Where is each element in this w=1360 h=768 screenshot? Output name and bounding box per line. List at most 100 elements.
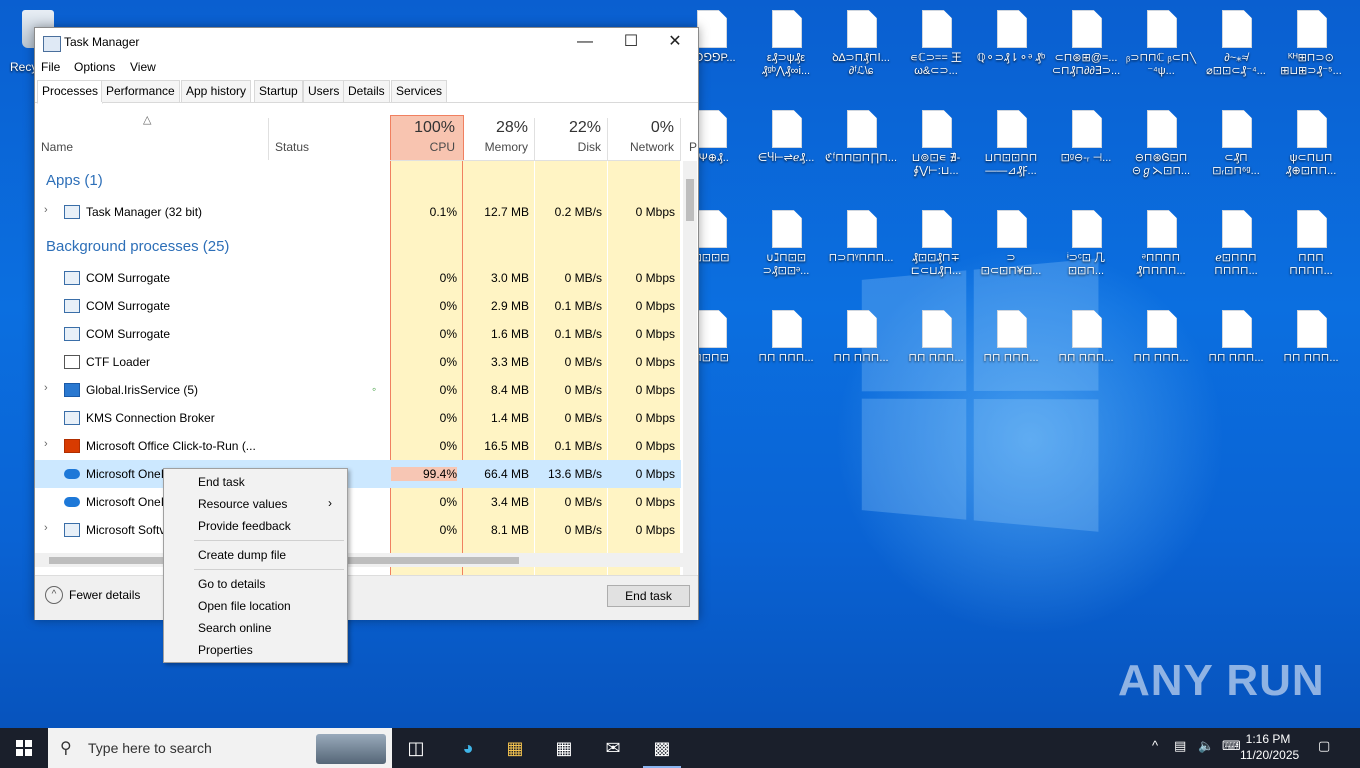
maximize-button[interactable]: ☐	[608, 28, 654, 58]
tab-users[interactable]: Users	[303, 80, 345, 102]
column-cpu-header[interactable]: 100% CPU	[390, 114, 462, 161]
desktop-file-icon[interactable]: ᶤ⊃ᶜ⊡ 几⊡⊡⊓...	[1050, 200, 1122, 286]
desktop-file-icon[interactable]: ⊓⊓ ⊓⊓⊓...	[900, 300, 972, 386]
input-language-icon[interactable]: ⌨	[1222, 738, 1241, 754]
network-icon[interactable]: ▤	[1174, 738, 1186, 754]
desktop-file-icon[interactable]: ⊓⊓ ⊓⊓⊓...	[750, 300, 822, 386]
desktop-file-icon[interactable]: ₰⊡⊡₰⊓∓ ⊏⊂⊔₰⊓...	[900, 200, 972, 286]
table-row[interactable]: Microsoft OneI 0% 3.4 MB 0 MB/s 0 Mbps	[35, 488, 681, 516]
table-row[interactable]: COM Surrogate 0% 2.9 MB 0.1 MB/s 0 Mbps	[35, 292, 681, 320]
desktop-file-icon[interactable]: ⊓⊓ ⊓⊓⊓...	[1050, 300, 1122, 386]
process-network: 0 Mbps	[635, 355, 675, 369]
tab-app-history[interactable]: App history	[181, 80, 252, 102]
desktop-file-icon[interactable]: ⊓⊓ ⊓⊓⊓...	[1200, 300, 1272, 386]
menu-item-resource-values[interactable]: Resource values	[198, 497, 287, 511]
menu-item-end-task[interactable]: End task	[198, 475, 245, 489]
desktop-file-icon[interactable]: ⊓⊃⊓ᵞ⊓⊓⊓...	[825, 200, 897, 286]
taskbar-search-box[interactable]: ⚲ Type here to search	[48, 728, 392, 768]
volume-icon[interactable]: 🔈	[1198, 738, 1214, 754]
end-task-button[interactable]: End task	[607, 585, 690, 607]
desktop-file-icon[interactable]: ᵦ⊃⊓⊓ℂ ᵦ⊂⊓╲ ⁻⁴ψ...	[1125, 0, 1197, 86]
column-status-header[interactable]: Status	[275, 140, 309, 154]
desktop-file-icon[interactable]: ∈Ⴗ⊢⇌ℯ₰...	[750, 100, 822, 186]
desktop-file-icon[interactable]: ⊔⊚⊡∊ ∄-∮⋁⊢:⊔...	[900, 100, 972, 186]
table-row[interactable]: Microsoft OneI 99.4% 66.4 MB 13.6 MB/s 0 Mbp…	[35, 460, 681, 488]
system-clock[interactable]: 1:16 PM 11/20/2025	[1240, 731, 1299, 763]
desktop-file-icon[interactable]: ψ⊂⊓⊔⊓ ₰⊕⊡⊓⊓...	[1275, 100, 1347, 186]
menu-file[interactable]: File	[41, 60, 60, 74]
desktop-file-icon[interactable]: ∂~⁎≉ ⌀⊡⊡⊂₰⁻⁴...	[1200, 0, 1272, 86]
file-icon	[1147, 310, 1177, 348]
desktop-file-icon[interactable]: ℯ⊡⊓⊓⊓ ⊓⊓⊓⊓...	[1200, 200, 1272, 286]
desktop-file-icon[interactable]: ⊓⊓ ⊓⊓⊓...	[1125, 300, 1197, 386]
desktop-file-icon[interactable]: ℚ⚬⊃₰⇂⚬ᵊ ₰ᵇ	[975, 0, 1047, 86]
microsoft-store-icon[interactable]: ▦	[551, 736, 577, 760]
task-view-icon[interactable]: ◫	[403, 736, 429, 760]
column-name-header[interactable]: Name	[41, 140, 73, 154]
desktop-file-icon[interactable]: ℭᶠ⊓⊓⊡⊓∏⊓...	[825, 100, 897, 186]
expand-chevron-icon[interactable]: ›	[44, 204, 48, 216]
desktop-file-icon[interactable]: ⊃ ⊡⊂⊡⊓¥⊡...	[975, 200, 1047, 286]
mail-icon[interactable]: ✉	[600, 736, 626, 760]
table-row[interactable]: COM Surrogate 0% 1.6 MB 0.1 MB/s 0 Mbps	[35, 320, 681, 348]
desktop-file-icon[interactable]: ε₰⊃ψ₰ε ₰ᵍᵇ⋀₰∞i...	[750, 0, 822, 86]
desktop-file-icon[interactable]: ⊓⊓⊓ ⊓⊓⊓⊓...	[1275, 200, 1347, 286]
horizontal-scrollbar[interactable]	[35, 553, 683, 567]
desktop-file-icon[interactable]: ᴷᴴ⊞⊓⊃⊙ ⊞⊔⊞⊃₰⁻⁵...	[1275, 0, 1347, 86]
tab-services[interactable]: Services	[391, 80, 448, 102]
desktop-file-icon[interactable]: ∊ℂ⊃== 王ω&⊂⊃...	[900, 0, 972, 86]
menu-item-go-to-details[interactable]: Go to details	[198, 577, 265, 591]
desktop-file-icon[interactable]: ⊓⊓ ⊓⊓⊓...	[975, 300, 1047, 386]
table-row[interactable]: CTF Loader 0% 3.3 MB 0 MB/s 0 Mbps	[35, 348, 681, 376]
table-row[interactable]: › Microsoft Office Click-to-Run (... 0% 16.…	[35, 432, 681, 460]
menu-options[interactable]: Options	[74, 60, 115, 74]
desktop-file-icon[interactable]: ∪ℷ⊓⊡⊡ ⊃₰⊡⊡ᵊ...	[750, 200, 822, 286]
desktop-file-icon[interactable]: ⊔⊓⊡⊡⊓⊓ ——⊿₰Ꝼ...	[975, 100, 1047, 186]
expand-chevron-icon[interactable]: ›	[44, 382, 48, 394]
tab-performance[interactable]: Performance	[101, 80, 180, 102]
desktop-file-label: ε₰⊃ψ₰ε ₰ᵍᵇ⋀₰∞i...	[761, 52, 811, 77]
desktop-file-icon[interactable]: ⊂₰⊓ ⊡ᵣ⊡⊓⁶ᵍ...	[1200, 100, 1272, 186]
desktop-file-icon[interactable]: ⊡ᵍ⊖-ᵣ ⊣...	[1050, 100, 1122, 186]
table-row[interactable]: › Task Manager (32 bit) 0.1% 12.7 MB 0.2 MB/…	[35, 198, 681, 226]
fewer-details-link[interactable]: Fewer details	[69, 588, 140, 602]
menu-item-create-dump-file[interactable]: Create dump file	[198, 548, 286, 562]
show-hidden-icons-icon[interactable]: ^	[1152, 738, 1158, 753]
table-row[interactable]: › Microsoft Softv 0% 8.1 MB 0 MB/s 0 Mbps	[35, 516, 681, 544]
table-row[interactable]: KMS Connection Broker 0% 1.4 MB 0 MB/s 0 Mbp…	[35, 404, 681, 432]
menu-item-properties[interactable]: Properties	[198, 643, 253, 657]
title-bar[interactable]: Task Manager — ☐ ✕	[35, 28, 698, 58]
minimize-button[interactable]: —	[562, 28, 608, 58]
expand-chevron-icon[interactable]: ›	[44, 438, 48, 450]
tab-processes[interactable]: Processes	[37, 80, 104, 104]
desktop-file-icon[interactable]: ꝺ∆⊃⊓₰⊓ⵏ... ∂ᶠℒ\ɕ	[825, 0, 897, 86]
process-name: Microsoft OneI	[86, 495, 165, 509]
edge-browser-icon[interactable]: ◕	[455, 736, 481, 760]
desktop-file-icon[interactable]: ᵊ⊓⊓⊓⊓ ₰⊓⊓⊓⊓...	[1125, 200, 1197, 286]
menu-item-search-online[interactable]: Search online	[198, 621, 271, 635]
close-button[interactable]: ✕	[652, 28, 698, 58]
menu-view[interactable]: View	[130, 60, 156, 74]
chevron-up-icon[interactable]: ^	[45, 586, 63, 604]
menu-item-open-file-location[interactable]: Open file location	[198, 599, 291, 613]
desktop-file-icon[interactable]: ⊂⊓⊛⊞@=... ⊂⊓₰⊓∂∂∃⊃...	[1050, 0, 1122, 86]
task-manager-taskbar-icon[interactable]: ▩	[643, 736, 681, 768]
column-network-header[interactable]: 0% Network	[608, 114, 681, 161]
tab-details[interactable]: Details	[343, 80, 390, 102]
expand-chevron-icon[interactable]: ›	[44, 522, 48, 534]
vertical-scrollbar[interactable]	[683, 161, 697, 575]
column-memory-header[interactable]: 28% Memory	[462, 114, 535, 161]
desktop-file-icon[interactable]: ⊓⊓ ⊓⊓⊓...	[825, 300, 897, 386]
vertical-scroll-thumb[interactable]	[686, 179, 694, 221]
column-disk-header[interactable]: 22% Disk	[535, 114, 608, 161]
desktop-file-icon[interactable]: ⊓⊓ ⊓⊓⊓...	[1275, 300, 1347, 386]
tab-startup[interactable]: Startup	[254, 80, 303, 102]
start-button[interactable]	[0, 728, 48, 768]
table-row[interactable]: COM Surrogate 0% 3.0 MB 0 MB/s 0 Mbps	[35, 264, 681, 292]
table-row[interactable]: › Global.IrisService (5) 0% 8.4 MB 0 MB/s 0 M…	[35, 376, 681, 404]
notifications-icon[interactable]: ▢	[1318, 738, 1330, 754]
column-power-header-partial[interactable]: P	[689, 140, 697, 154]
desktop-file-icon[interactable]: ⊖⊓⊛Ꮆ⊡⊓ ⊝ℊ⋋⊡⊓...	[1125, 100, 1197, 186]
file-explorer-icon[interactable]: ▦	[502, 736, 528, 760]
menu-item-provide-feedback[interactable]: Provide feedback	[198, 519, 291, 533]
